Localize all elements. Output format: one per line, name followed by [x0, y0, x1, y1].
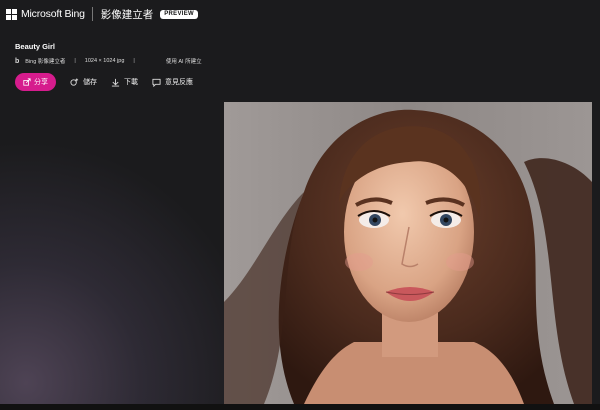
bing-icon: b	[15, 57, 20, 65]
brand-name[interactable]: Microsoft Bing	[21, 8, 85, 20]
microsoft-logo-icon[interactable]	[6, 9, 17, 20]
meta-separator: |	[74, 58, 76, 64]
download-button[interactable]: 下載	[111, 77, 138, 87]
save-button[interactable]: 儲存	[70, 77, 97, 87]
background-glow	[0, 140, 260, 410]
download-label: 下載	[124, 79, 138, 86]
save-label: 儲存	[83, 79, 97, 86]
save-icon	[70, 77, 79, 86]
meta-separator: |	[133, 58, 135, 64]
feedback-button[interactable]: 意見反應	[152, 77, 193, 87]
product-name[interactable]: 影像建立者	[101, 7, 154, 22]
image-title: Beauty Girl	[15, 42, 56, 51]
share-label: 分享	[34, 79, 48, 86]
share-button[interactable]: 分享	[15, 73, 56, 91]
header-divider	[91, 7, 93, 21]
feedback-label: 意見反應	[165, 79, 193, 86]
share-icon	[23, 78, 31, 86]
ai-note: 使用 AI 所建立	[165, 59, 202, 65]
action-bar: 分享 儲存 下載 意見反應	[15, 73, 193, 91]
download-icon	[111, 78, 120, 87]
image-size: 1024 × 1024 jpg	[84, 58, 125, 64]
image-source: Bing 影像建立者	[25, 59, 66, 65]
top-bar: Microsoft Bing 影像建立者 PREVIEW	[0, 0, 600, 28]
preview-badge: PREVIEW	[160, 9, 199, 19]
image-meta: b Bing 影像建立者 | 1024 × 1024 jpg | 使用 AI 所…	[15, 57, 202, 66]
feedback-icon	[152, 78, 161, 87]
bottom-strip	[0, 404, 600, 410]
generated-image[interactable]	[224, 102, 592, 404]
